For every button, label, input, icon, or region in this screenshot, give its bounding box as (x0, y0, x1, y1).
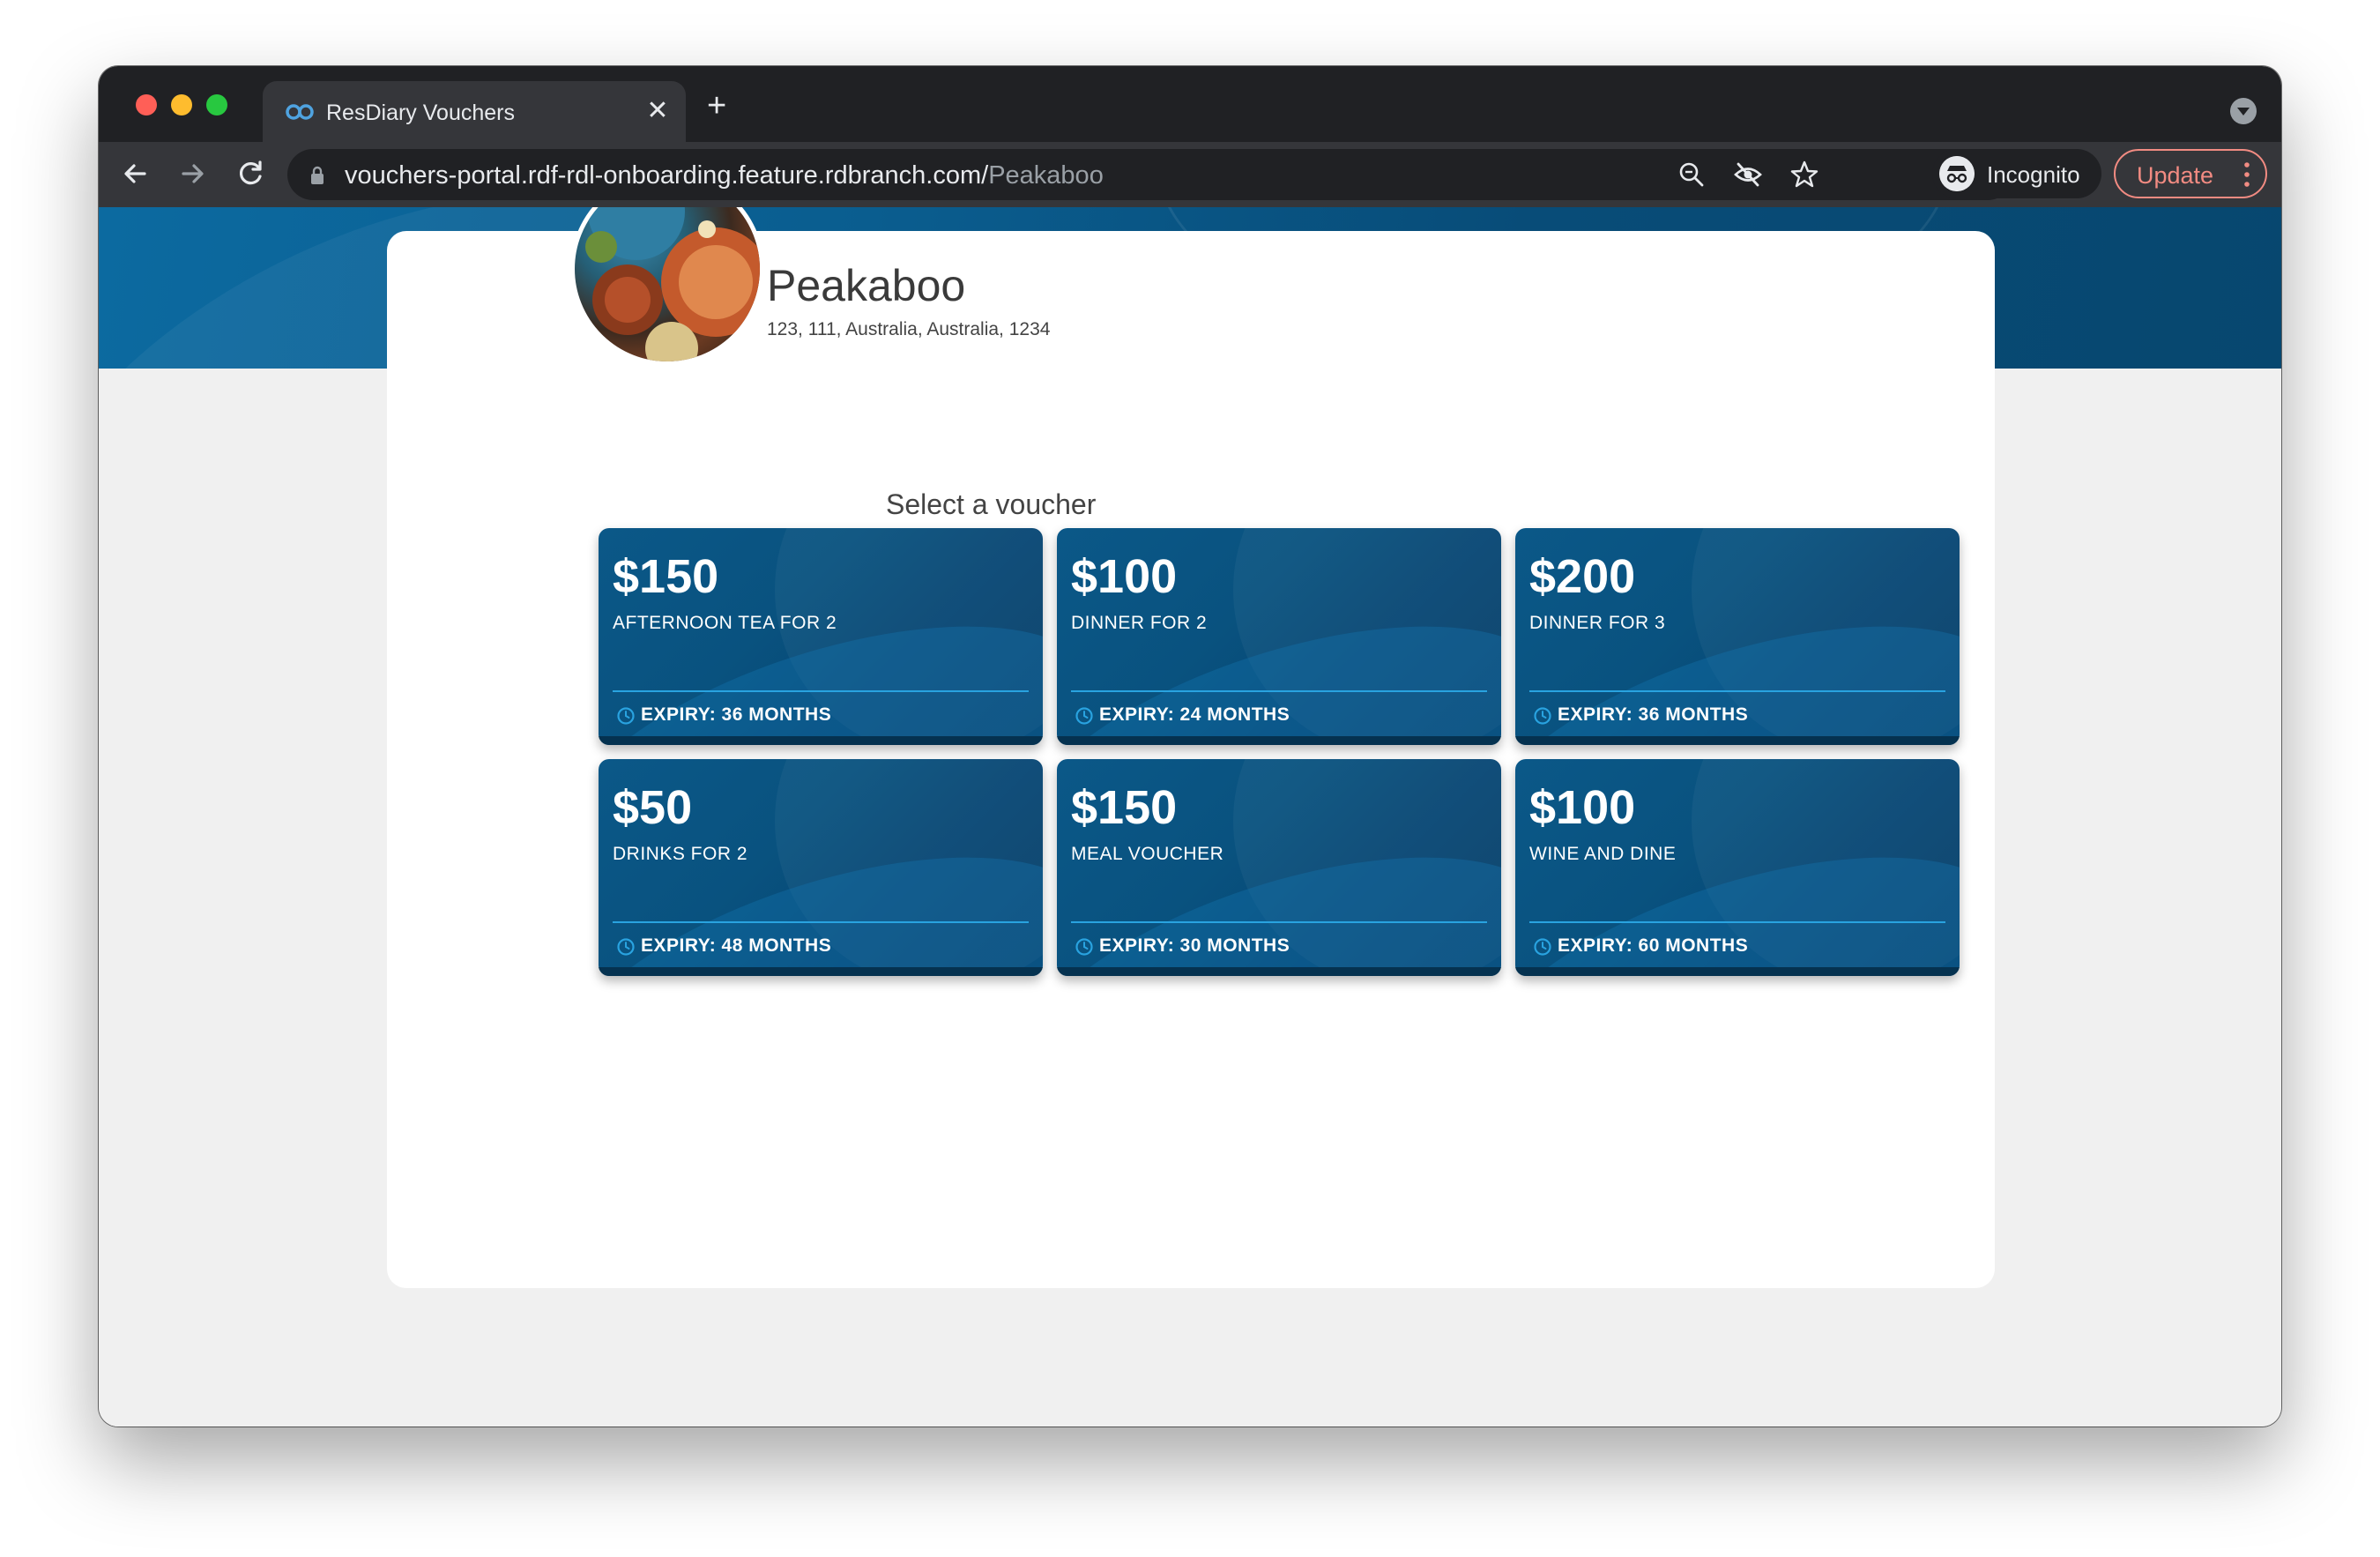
voucher-description: DRINKS FOR 2 (613, 844, 748, 864)
voucher-footer-bar (599, 967, 1043, 976)
voucher-divider (1529, 921, 1945, 923)
voucher-footer-bar (1515, 736, 1960, 745)
voucher-expiry: EXPIRY: 48 MONTHS (641, 935, 832, 956)
venue-name: Peakaboo (767, 261, 966, 310)
reload-icon[interactable] (233, 156, 268, 191)
voucher-expiry: EXPIRY: 24 MONTHS (1099, 704, 1290, 725)
incognito-indicator[interactable]: Incognito (1932, 149, 2101, 198)
update-label: Update (2137, 162, 2214, 189)
voucher-expiry: EXPIRY: 36 MONTHS (1558, 704, 1749, 725)
clock-icon (617, 938, 635, 956)
url-path: Peakaboo (988, 161, 1104, 190)
browser-window: ResDiary Vouchers ✕ + vouchers-portal.rd… (99, 66, 2281, 1427)
voucher-card[interactable]: $100 DINNER FOR 2 EXPIRY: 24 MONTHS (1057, 528, 1501, 745)
voucher-footer-bar (1057, 967, 1501, 976)
new-tab-button[interactable]: + (707, 89, 726, 123)
voucher-expiry: EXPIRY: 60 MONTHS (1558, 935, 1749, 956)
zoom-icon[interactable] (1677, 160, 1707, 190)
voucher-divider (1529, 690, 1945, 692)
forward-icon[interactable] (175, 156, 210, 191)
voucher-description: MEAL VOUCHER (1071, 844, 1224, 864)
incognito-label: Incognito (1987, 161, 2080, 188)
voucher-amount: $150 (1071, 781, 1178, 834)
tab-title: ResDiary Vouchers (326, 101, 515, 125)
voucher-expiry: EXPIRY: 36 MONTHS (641, 704, 832, 725)
tab-resdiary-vouchers[interactable]: ResDiary Vouchers ✕ (263, 81, 686, 142)
clock-icon (1534, 707, 1551, 725)
eye-off-icon[interactable] (1733, 160, 1763, 190)
page-viewport: Select a voucher $150 AFTERNOON TEA FOR … (99, 207, 2281, 1427)
maximize-window-button[interactable] (206, 94, 227, 115)
url-text[interactable]: vouchers-portal.rdf-rdl-onboarding.featu… (345, 161, 1104, 190)
clock-icon (1534, 938, 1551, 956)
clock-icon (1075, 938, 1093, 956)
voucher-footer-bar (599, 736, 1043, 745)
voucher-divider (1071, 921, 1487, 923)
venue-card: Select a voucher $150 AFTERNOON TEA FOR … (387, 231, 1995, 1288)
voucher-amount: $150 (613, 550, 719, 603)
close-window-button[interactable] (136, 94, 157, 115)
resdiary-logo-icon (286, 104, 314, 120)
voucher-card[interactable]: $200 DINNER FOR 3 EXPIRY: 36 MONTHS (1515, 528, 1960, 745)
minimize-window-button[interactable] (171, 94, 192, 115)
voucher-description: DINNER FOR 3 (1529, 613, 1666, 633)
voucher-description: WINE AND DINE (1529, 844, 1677, 864)
voucher-divider (613, 690, 1029, 692)
voucher-description: AFTERNOON TEA FOR 2 (613, 613, 837, 633)
lock-icon[interactable] (310, 166, 324, 185)
voucher-card[interactable]: $100 WINE AND DINE EXPIRY: 60 MONTHS (1515, 759, 1960, 976)
venue-address: 123, 111, Australia, Australia, 1234 (767, 319, 1051, 339)
voucher-divider (1071, 690, 1487, 692)
clock-icon (1075, 707, 1093, 725)
voucher-amount: $200 (1529, 550, 1636, 603)
more-vert-icon[interactable] (2244, 161, 2250, 188)
voucher-amount: $100 (1529, 781, 1636, 834)
voucher-card[interactable]: $150 MEAL VOUCHER EXPIRY: 30 MONTHS (1057, 759, 1501, 976)
tab-search-icon[interactable] (2230, 98, 2257, 124)
voucher-footer-bar (1515, 967, 1960, 976)
tab-strip: ResDiary Vouchers ✕ + (99, 66, 2281, 142)
clock-icon (617, 707, 635, 725)
star-icon[interactable] (1789, 160, 1819, 190)
voucher-footer-bar (1057, 736, 1501, 745)
back-icon[interactable] (118, 156, 153, 191)
voucher-description: DINNER FOR 2 (1071, 613, 1208, 633)
address-bar[interactable]: vouchers-portal.rdf-rdl-onboarding.featu… (287, 149, 2013, 200)
voucher-card[interactable]: $50 DRINKS FOR 2 EXPIRY: 48 MONTHS (599, 759, 1043, 976)
voucher-divider (613, 921, 1029, 923)
update-button[interactable]: Update (2114, 149, 2267, 198)
section-title: Select a voucher (886, 488, 1097, 520)
close-tab-icon[interactable]: ✕ (643, 97, 672, 125)
voucher-amount: $100 (1071, 550, 1178, 603)
incognito-icon (1939, 156, 1975, 191)
voucher-card[interactable]: $150 AFTERNOON TEA FOR 2 EXPIRY: 36 MONT… (599, 528, 1043, 745)
voucher-amount: $50 (613, 781, 693, 834)
url-host: vouchers-portal.rdf-rdl-onboarding.featu… (345, 161, 989, 190)
voucher-expiry: EXPIRY: 30 MONTHS (1099, 935, 1290, 956)
